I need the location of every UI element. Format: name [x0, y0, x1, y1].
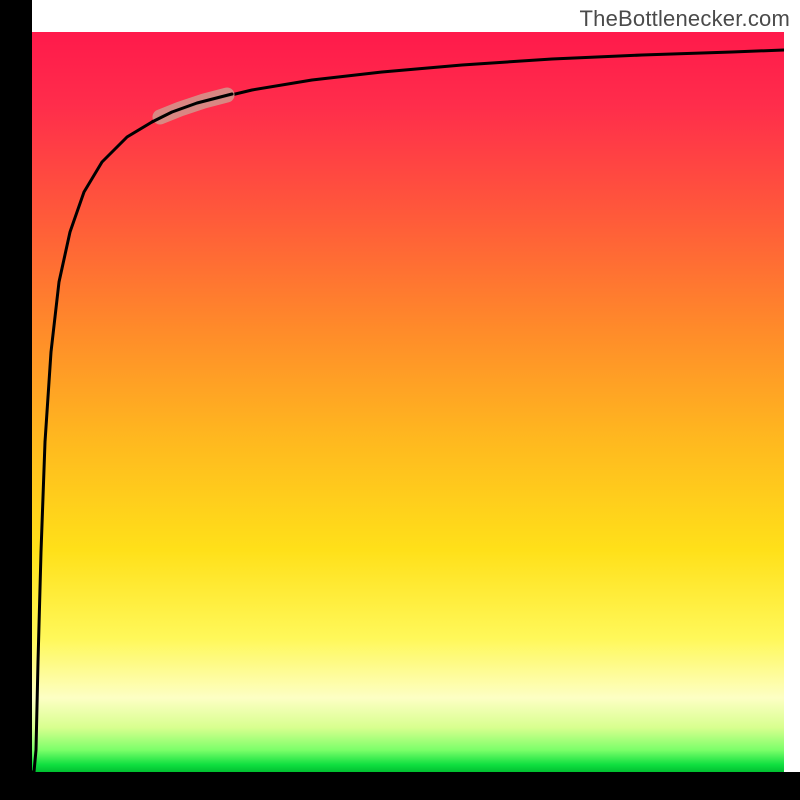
- bottleneck-curve: [32, 50, 784, 772]
- x-axis: [0, 772, 800, 800]
- watermark-text: TheBottlenecker.com: [580, 6, 790, 32]
- bottleneck-chart: TheBottlenecker.com: [0, 0, 800, 800]
- y-axis: [0, 0, 32, 800]
- curve-svg: [32, 32, 784, 772]
- plot-area: [32, 32, 784, 772]
